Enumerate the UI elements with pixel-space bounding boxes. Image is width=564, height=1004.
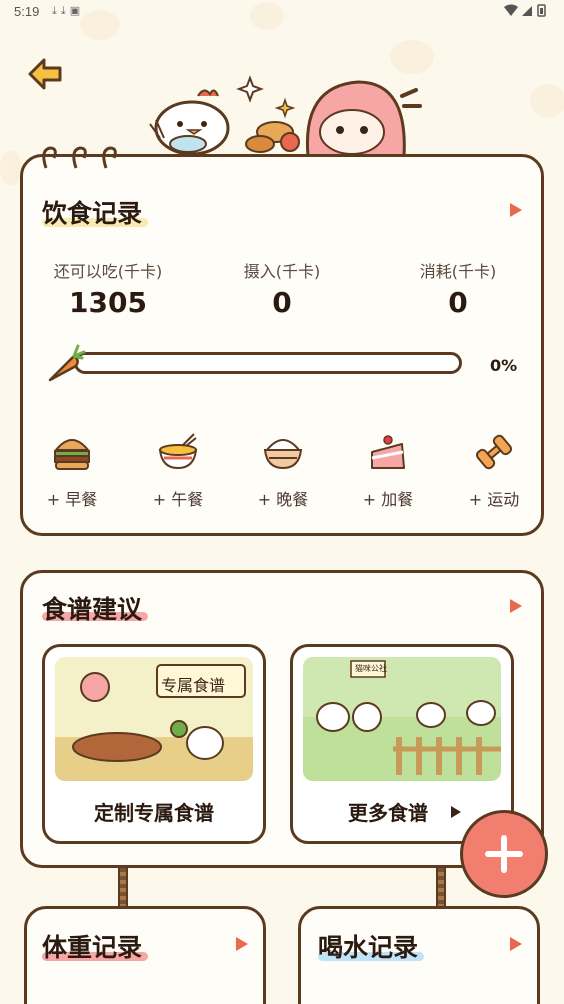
recipe-suggestions-title: 食谱建议 [42, 595, 143, 624]
bg-flower-decoration [250, 2, 284, 30]
intake-calories-label: 摄入(千卡) [243, 262, 321, 281]
custom-recipe-card[interactable]: 专属食谱 定制专属食谱 [42, 644, 266, 844]
exercise-label: + 运动 [468, 490, 520, 509]
system-status-icons [502, 3, 550, 21]
status-time: 5:19 [14, 4, 40, 19]
farm-illustration [303, 657, 501, 781]
add-exercise-button[interactable]: + 运动 [454, 432, 534, 510]
lunch-label: + 午餐 [152, 490, 204, 509]
add-dinner-button[interactable]: + 晚餐 [243, 432, 323, 510]
remaining-calories-value: 1305 [69, 286, 147, 319]
dinner-label: + 晚餐 [257, 490, 309, 509]
more-recipes-illustration: 猫咪公社 [303, 657, 501, 781]
add-lunch-button[interactable]: + 午餐 [138, 432, 218, 510]
plus-icon [485, 835, 523, 873]
water-record-title: 喝水记录 [318, 933, 419, 962]
hanging-pole [436, 866, 446, 910]
burned-calories-value: 0 [448, 286, 468, 319]
header-illustration [149, 75, 422, 156]
recipes-more-arrow-icon[interactable] [510, 599, 522, 613]
water-more-arrow-icon[interactable] [510, 937, 522, 951]
notification-icons: ⤓⤓▣ [52, 4, 85, 17]
carrot-icon [48, 344, 86, 382]
custom-recipe-illustration: 专属食谱 [55, 657, 253, 781]
bg-flower-decoration [80, 10, 120, 40]
snack-label: + 加餐 [362, 490, 414, 509]
add-snack-button[interactable]: + 加餐 [348, 432, 428, 510]
add-breakfast-button[interactable]: + 早餐 [32, 432, 112, 510]
burned-calories-label: 消耗(千卡) [419, 262, 497, 281]
remaining-calories-label: 还可以吃(千卡) [53, 262, 163, 281]
diet-record-title: 饮食记录 [42, 199, 143, 228]
breakfast-label: + 早餐 [46, 490, 98, 509]
burger-icon [53, 439, 91, 470]
wifi-battery-icon [504, 4, 546, 17]
weight-more-arrow-icon[interactable] [236, 937, 248, 951]
dumbbell-icon [475, 434, 513, 470]
farm-sign-caption: 猫咪公社 [355, 664, 387, 673]
bg-flower-decoration [0, 150, 22, 186]
back-button[interactable] [26, 56, 66, 92]
custom-recipe-image-caption: 专属食谱 [161, 676, 226, 695]
hanging-pole [118, 866, 128, 910]
bg-flower-decoration [530, 84, 564, 118]
noodle-bowl-icon [158, 433, 198, 470]
arrow-left-icon [28, 58, 62, 90]
weight-record-title: 体重记录 [42, 933, 143, 962]
diet-more-arrow-icon[interactable] [510, 203, 522, 217]
custom-recipe-label: 定制专属食谱 [94, 801, 214, 825]
progress-percent: 0% [490, 356, 518, 375]
rice-bowl-icon [263, 439, 303, 470]
cake-icon [371, 435, 405, 469]
calorie-progress-bar [74, 352, 462, 374]
more-recipes-arrow-icon [451, 806, 461, 818]
binder-rings [42, 146, 117, 169]
intake-calories-value: 0 [272, 286, 292, 319]
add-record-fab[interactable] [460, 810, 548, 898]
